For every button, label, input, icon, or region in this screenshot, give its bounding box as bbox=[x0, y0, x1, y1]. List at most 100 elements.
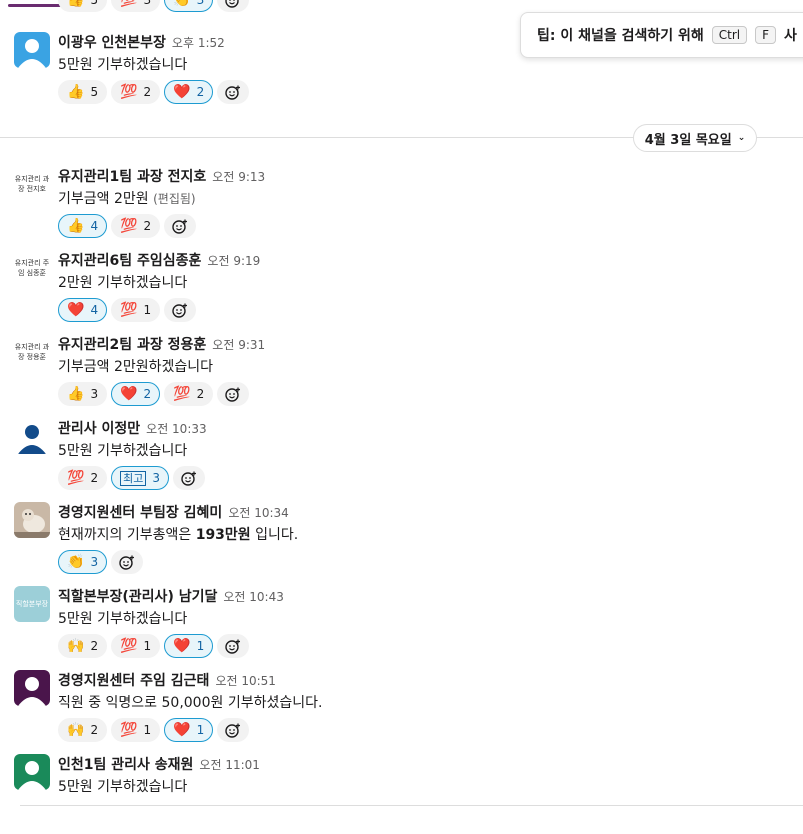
reaction-emoji: 👍 bbox=[67, 218, 85, 234]
reaction-pill[interactable]: 💯 1 bbox=[111, 634, 161, 658]
reaction-emoji: 👏 bbox=[67, 554, 85, 570]
message-timestamp[interactable]: 오전 11:01 bbox=[199, 758, 259, 772]
add-reaction-button[interactable] bbox=[164, 214, 197, 238]
reaction-pill[interactable]: 👍 5 bbox=[58, 80, 108, 104]
message-header: 유지관리2팀 과장 정용훈 오전 9:31 bbox=[58, 334, 265, 354]
sender-name[interactable]: 직할본부장(관리사) 남기달 bbox=[58, 589, 217, 605]
reaction-pill[interactable]: 💯 2 bbox=[58, 466, 108, 490]
reaction-emoji: ❤️ bbox=[67, 302, 85, 318]
reaction-count: 2 bbox=[90, 471, 99, 485]
reaction-pill[interactable]: 🙌 2 bbox=[58, 718, 108, 742]
message-header: 경영지원센터 주임 김근태 오전 10:51 bbox=[58, 670, 276, 690]
reaction-pill[interactable]: ❤️ 2 bbox=[164, 80, 214, 104]
sender-name[interactable]: 경영지원센터 주임 김근태 bbox=[58, 673, 209, 689]
add-reaction-button[interactable] bbox=[217, 80, 250, 104]
avatar[interactable] bbox=[14, 670, 50, 706]
message-item[interactable]: 경영지원센터 부팀장 김혜미 오전 10:34 현재까지의 기부총액은 193만원 … bbox=[0, 502, 803, 582]
message-item[interactable]: 관리사 이정만 오전 10:33 5만원 기부하겠습니다 💯 2 최고 3 bbox=[0, 418, 803, 498]
add-reaction-button[interactable] bbox=[217, 634, 250, 658]
reaction-pill[interactable]: ❤️ 1 bbox=[164, 718, 214, 742]
default-avatar-icon bbox=[14, 670, 50, 706]
reaction-bar: 🙌 2 💯 1 ❤️ 1 bbox=[58, 718, 250, 742]
reaction-pill[interactable]: 👏 3 bbox=[164, 0, 214, 12]
message-item[interactable]: 이광우 인천본부장 오후 1:52 5만원 기부하겠습니다 👍 5 💯 2 ❤️ 2 bbox=[0, 32, 803, 112]
message-text-part: 5만원 기부하겠습니다 bbox=[58, 611, 188, 627]
reaction-emoji: ❤️ bbox=[173, 84, 191, 100]
reaction-count: 2 bbox=[143, 387, 152, 401]
reaction-pill[interactable]: 💯 2 bbox=[164, 382, 214, 406]
previous-reactions: 👍 5 💯 3 👏 3 bbox=[58, 0, 250, 12]
message-text-part: 5만원 기부하겠습니다 bbox=[58, 57, 188, 73]
add-reaction-icon bbox=[225, 723, 241, 738]
reaction-emoji: ❤️ bbox=[173, 638, 191, 654]
message-item[interactable]: 경영지원센터 주임 김근태 오전 10:51 직원 중 익명으로 50,000원 기… bbox=[0, 670, 803, 750]
add-reaction-button[interactable] bbox=[217, 0, 250, 12]
sender-name[interactable]: 이광우 인천본부장 bbox=[58, 35, 166, 51]
reaction-pill[interactable]: 👍 4 bbox=[58, 214, 108, 238]
reaction-pill[interactable]: 💯 2 bbox=[111, 80, 161, 104]
reaction-pill[interactable]: 🙌 2 bbox=[58, 634, 108, 658]
message-timestamp[interactable]: 오전 10:34 bbox=[228, 506, 288, 520]
add-reaction-button[interactable] bbox=[164, 298, 197, 322]
reaction-bar: 👍 5 💯 2 ❤️ 2 bbox=[58, 80, 250, 104]
sender-name[interactable]: 관리사 이정만 bbox=[58, 421, 140, 437]
message-timestamp[interactable]: 오전 10:33 bbox=[146, 422, 206, 436]
reaction-count: 3 bbox=[90, 387, 99, 401]
reaction-pill[interactable]: 💯 1 bbox=[111, 298, 161, 322]
add-reaction-button[interactable] bbox=[217, 382, 250, 406]
avatar[interactable]: 유지관리 과장 전지호 bbox=[14, 166, 50, 202]
sender-name[interactable]: 유지관리1팀 과장 전지호 bbox=[58, 169, 206, 185]
reaction-emoji: 💯 bbox=[120, 722, 138, 738]
reaction-emoji: 최고 bbox=[120, 470, 147, 486]
message-timestamp[interactable]: 오전 9:13 bbox=[212, 170, 265, 184]
date-label: 4월 3일 목요일 bbox=[644, 132, 732, 148]
avatar[interactable] bbox=[14, 32, 50, 68]
avatar[interactable] bbox=[14, 502, 50, 538]
reaction-pill[interactable]: ❤️ 1 bbox=[164, 634, 214, 658]
message-item[interactable]: 유지관리 과장 전지호 유지관리1팀 과장 전지호 오전 9:13 기부금액 2만원 … bbox=[0, 166, 803, 246]
message-item[interactable]: 직할본부장 직할본부장(관리사) 남기달 오전 10:43 5만원 기부하겠습니다 🙌 2… bbox=[0, 586, 803, 666]
date-divider-button[interactable]: 4월 3일 목요일 ⌄ bbox=[633, 124, 757, 152]
message-item[interactable]: 유지관리 과장 정용훈 유지관리2팀 과장 정용훈 오전 9:31 기부금액 2만원하… bbox=[0, 334, 803, 414]
message-timestamp[interactable]: 오전 10:43 bbox=[223, 590, 283, 604]
reaction-pill[interactable]: 👍 3 bbox=[58, 382, 108, 406]
reaction-pill[interactable]: 👍 5 bbox=[58, 0, 108, 12]
message-text-part: 입니다. bbox=[250, 527, 299, 543]
sender-name[interactable]: 유지관리2팀 과장 정용훈 bbox=[58, 337, 206, 353]
avatar[interactable]: 유지관리 과장 정용훈 bbox=[14, 334, 50, 370]
avatar[interactable] bbox=[14, 754, 50, 790]
message-timestamp[interactable]: 오전 10:51 bbox=[215, 674, 275, 688]
reaction-emoji: 💯 bbox=[120, 218, 138, 234]
add-reaction-button[interactable] bbox=[217, 718, 250, 742]
reaction-pill[interactable]: ❤️ 4 bbox=[58, 298, 108, 322]
message-text: 5만원 기부하겠습니다 bbox=[58, 440, 187, 460]
add-reaction-button[interactable] bbox=[111, 550, 144, 574]
reaction-emoji: 💯 bbox=[67, 470, 85, 486]
reaction-emoji: 🙌 bbox=[67, 722, 85, 738]
message-text: 기부금액 2만원하겠습니다 bbox=[58, 356, 213, 376]
avatar-text: 유지관리 과장 정용훈 bbox=[14, 343, 50, 361]
reaction-pill[interactable]: 👏 3 bbox=[58, 550, 108, 574]
reaction-pill[interactable]: 💯 2 bbox=[111, 214, 161, 238]
message-timestamp[interactable]: 오전 9:19 bbox=[207, 254, 260, 268]
reaction-pill[interactable]: 최고 3 bbox=[111, 466, 169, 490]
reaction-pill[interactable]: ❤️ 2 bbox=[111, 382, 161, 406]
message-timestamp[interactable]: 오전 9:31 bbox=[212, 338, 265, 352]
reaction-count: 1 bbox=[143, 639, 152, 653]
message-text: 기부금액 2만원 (편집됨) bbox=[58, 188, 196, 208]
reaction-emoji: 👍 bbox=[67, 386, 85, 402]
add-reaction-button[interactable] bbox=[172, 466, 205, 490]
sender-name[interactable]: 경영지원센터 부팀장 김혜미 bbox=[58, 505, 222, 521]
reaction-count: 1 bbox=[196, 723, 205, 737]
avatar[interactable]: 유지관리 주임 심종훈 bbox=[14, 250, 50, 286]
reaction-pill[interactable]: 💯 3 bbox=[111, 0, 161, 12]
avatar[interactable] bbox=[14, 418, 50, 454]
sender-name[interactable]: 유지관리6팀 주임심종훈 bbox=[58, 253, 201, 269]
avatar[interactable]: 직할본부장 bbox=[14, 586, 50, 622]
message-item[interactable]: 유지관리 주임 심종훈 유지관리6팀 주임심종훈 오전 9:19 2만원 기부하겠습니… bbox=[0, 250, 803, 330]
reaction-pill[interactable]: 💯 1 bbox=[111, 718, 161, 742]
add-reaction-icon bbox=[225, 639, 241, 654]
sender-name[interactable]: 인천1팀 관리사 송재원 bbox=[58, 757, 193, 773]
reaction-bar: 💯 2 최고 3 bbox=[58, 466, 205, 490]
message-timestamp[interactable]: 오후 1:52 bbox=[172, 36, 225, 50]
